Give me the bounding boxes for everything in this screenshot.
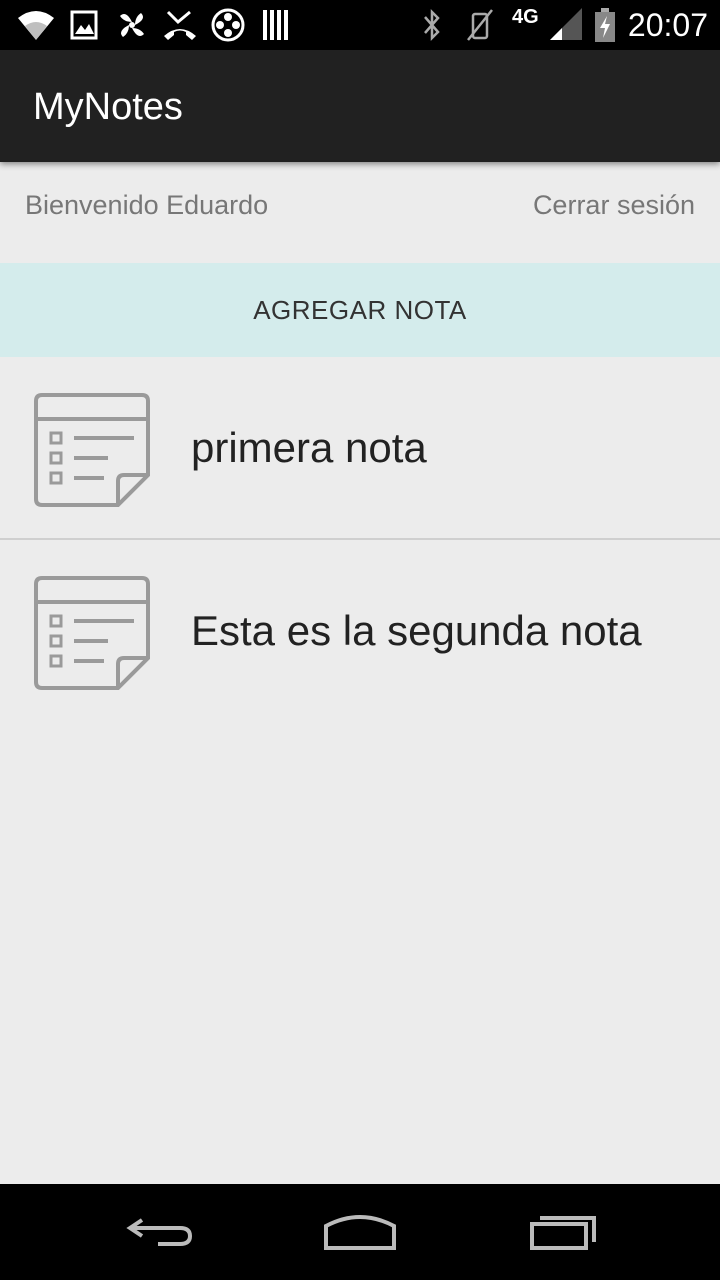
recent-apps-button[interactable] [502,1202,622,1262]
back-icon [100,1202,220,1262]
status-clock: 20:07 [627,7,708,43]
note-title: primera nota [191,424,427,471]
barcode-icon [262,8,290,42]
logout-link[interactable]: Cerrar sesión [533,190,695,221]
missed-call-icon [162,8,198,42]
signal-icon [548,8,584,42]
media-reel-icon [209,8,247,42]
recent-apps-icon [502,1202,622,1262]
list-item[interactable]: primera nota [0,357,720,540]
status-bar: 4G 20:07 [0,0,720,50]
image-icon [70,8,98,42]
home-icon [300,1202,420,1262]
home-button[interactable] [300,1202,420,1262]
add-note-button[interactable]: AGREGAR NOTA [0,263,720,357]
network-type-label: 4G [512,6,539,28]
app-title: MyNotes [33,86,183,128]
notes-list: primera nota Esta es la segunda nota [0,357,720,721]
note-icon [34,391,152,509]
session-header: Bienvenido Eduardo Cerrar sesión [0,162,720,262]
note-icon [34,574,152,692]
wifi-icon [16,8,56,42]
note-title: Esta es la segunda nota [191,607,642,654]
pinwheel-icon [114,8,150,42]
list-item[interactable]: Esta es la segunda nota [0,540,720,721]
navigation-bar [0,1184,720,1280]
welcome-label: Bienvenido Eduardo [25,190,269,220]
battery-icon [594,8,616,42]
back-button[interactable] [100,1202,220,1262]
vibrate-off-icon [464,8,496,42]
action-bar: MyNotes [0,50,720,162]
bluetooth-icon [420,8,444,42]
